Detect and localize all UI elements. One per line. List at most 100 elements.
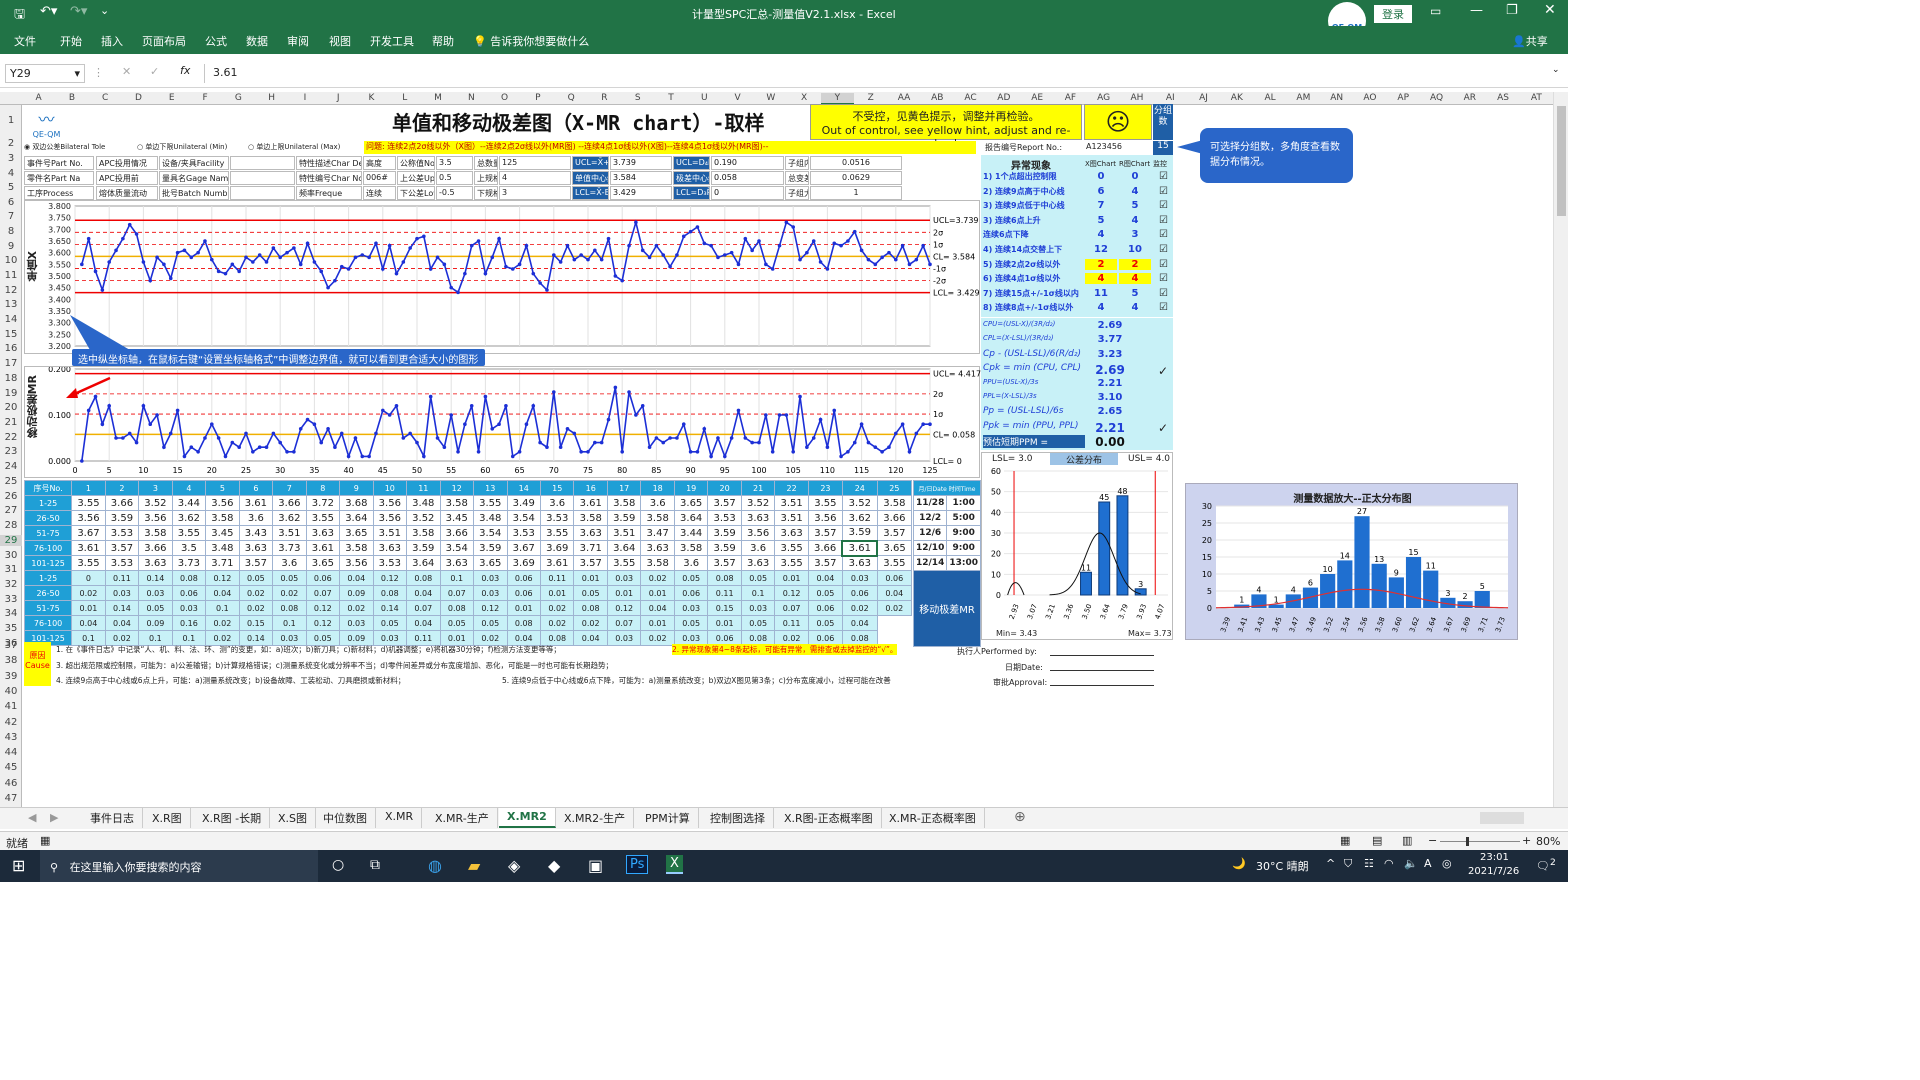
row-label[interactable]: 26-50 (23, 585, 73, 601)
data-cell[interactable]: 0.02 (205, 615, 240, 631)
data-cell[interactable]: 0.07 (606, 615, 642, 631)
data-cell[interactable]: 0.05 (807, 615, 843, 631)
edge-icon[interactable]: ◍ (428, 856, 442, 875)
data-cell[interactable]: 3.55 (305, 510, 341, 526)
data-cell[interactable]: 3.56 (71, 510, 106, 526)
data-cell[interactable]: 3.57 (807, 555, 843, 571)
row-header-34[interactable]: 34 (0, 608, 22, 619)
data-cell[interactable]: 0.08 (372, 585, 408, 601)
data-cell[interactable]: 13 (473, 480, 508, 496)
radio-min[interactable]: ○ 单边下限Unilateral (Min) (137, 142, 227, 152)
monitor-checkbox-1[interactable]: ☑ (1159, 186, 1168, 197)
weather-text[interactable]: 30°C 晴朗 (1256, 858, 1309, 874)
row-header-39[interactable]: 39 (0, 671, 22, 682)
data-cell[interactable]: 3.6 (272, 555, 307, 571)
data-cell[interactable]: 3.55 (473, 495, 508, 511)
data-cell[interactable]: 0.04 (406, 585, 441, 601)
data-cell[interactable]: 3.6 (640, 495, 675, 511)
data-cell[interactable]: 18 (640, 480, 675, 496)
tray-up-icon[interactable]: ^ (1326, 857, 1335, 870)
tab-next-icon[interactable]: ▶ (50, 811, 58, 824)
monitor-checkbox-7[interactable]: ☑ (1159, 273, 1168, 284)
row-header-19[interactable]: 19 (0, 388, 22, 399)
minimize-icon[interactable]: — (1470, 3, 1483, 18)
windows-start-icon[interactable]: ⊞ (12, 856, 25, 875)
data-cell[interactable]: 0.03 (473, 585, 508, 601)
sheet-tab-3[interactable]: X.S图 (270, 808, 317, 828)
data-cell[interactable]: 0.04 (71, 615, 106, 631)
data-cell[interactable]: 3.57 (104, 540, 140, 556)
data-cell[interactable]: 0.08 (707, 570, 742, 586)
data-cell[interactable]: 0.04 (876, 585, 913, 601)
data-cell[interactable]: 3.48 (205, 540, 240, 556)
data-cell[interactable]: 3.63 (740, 555, 776, 571)
row-label[interactable]: 76-100 (23, 615, 73, 631)
column-header-I[interactable]: I (288, 93, 321, 103)
data-cell[interactable]: 3.48 (406, 495, 441, 511)
data-cell[interactable]: 0.11 (774, 615, 809, 631)
data-cell[interactable]: 3.65 (673, 495, 709, 511)
row-header-22[interactable]: 22 (0, 432, 22, 443)
data-cell[interactable]: 3.69 (506, 555, 541, 571)
data-cell[interactable]: 0.03 (171, 600, 207, 616)
data-cell[interactable]: 0.1 (740, 585, 776, 601)
column-header-AG[interactable]: AG (1087, 93, 1120, 103)
shield-icon[interactable]: ⛉ (1344, 857, 1352, 871)
data-cell[interactable]: 0.05 (740, 570, 776, 586)
row-header-38[interactable]: 38 (0, 655, 22, 666)
row-header-32[interactable]: 32 (0, 579, 22, 590)
data-cell[interactable]: 0.06 (841, 585, 878, 601)
row-header-13[interactable]: 13 (0, 299, 22, 310)
data-cell[interactable]: 3.58 (573, 510, 608, 526)
data-cell[interactable]: 0.06 (171, 585, 207, 601)
data-cell[interactable]: 0.04 (640, 600, 675, 616)
data-cell[interactable]: 3.61 (238, 495, 274, 511)
column-header-C[interactable]: C (89, 93, 122, 103)
row-label[interactable]: 1-25 (23, 495, 73, 511)
data-cell[interactable]: 3.61 (841, 539, 879, 557)
data-cell[interactable]: 0.12 (606, 600, 642, 616)
column-header-V[interactable]: V (721, 93, 754, 103)
data-cell[interactable]: 0.05 (740, 615, 776, 631)
data-cell[interactable]: 0.05 (807, 585, 843, 601)
data-cell[interactable]: 3.55 (71, 495, 106, 511)
horizontal-scrollbar[interactable] (1480, 812, 1524, 824)
sheet-tab-5[interactable]: X.MR (377, 808, 423, 828)
data-cell[interactable]: 0.03 (138, 585, 173, 601)
data-cell[interactable]: 3.58 (439, 495, 475, 511)
column-header-G[interactable]: G (222, 93, 255, 103)
data-cell[interactable]: 0.06 (506, 570, 541, 586)
data-cell[interactable]: 15 (539, 480, 575, 496)
data-cell[interactable]: 0.05 (473, 615, 508, 631)
data-cell[interactable]: 0.11 (707, 585, 742, 601)
cancel-icon[interactable]: ✕ (122, 65, 131, 78)
data-cell[interactable]: 9 (339, 480, 374, 496)
data-cell[interactable]: 3.66 (104, 495, 140, 511)
row-header-29[interactable]: 29 (0, 535, 22, 546)
data-cell[interactable]: 0.07 (406, 600, 441, 616)
column-header-AB[interactable]: AB (921, 93, 954, 103)
taskbar-search[interactable]: ⚲ 在这里输入你要搜索的内容 (40, 850, 318, 882)
data-cell[interactable]: 3.58 (606, 495, 642, 511)
data-cell[interactable]: 3.73 (272, 540, 307, 556)
row-header-2[interactable]: 2 (0, 138, 22, 149)
data-cell[interactable]: 3.58 (673, 540, 709, 556)
row-header-6[interactable]: 6 (0, 197, 22, 208)
share-button[interactable]: 👤共享 (1512, 33, 1548, 49)
task-view-icon[interactable]: ⧉ (370, 857, 380, 873)
data-cell[interactable]: 3.43 (238, 525, 274, 541)
network-icon[interactable]: ☷ (1364, 857, 1374, 870)
data-cell[interactable]: 3.49 (506, 495, 541, 511)
row-header-7[interactable]: 7 (0, 211, 22, 222)
data-cell[interactable]: 0.05 (673, 570, 709, 586)
sheet-tab-8[interactable]: X.MR2-生产 (556, 808, 635, 828)
data-cell[interactable]: 3.54 (473, 525, 508, 541)
data-cell[interactable]: 3.55 (171, 525, 207, 541)
row-label[interactable]: 1-25 (23, 570, 73, 586)
row-header-24[interactable]: 24 (0, 461, 22, 472)
column-header-AQ[interactable]: AQ (1420, 93, 1453, 103)
data-cell[interactable]: 0.03 (673, 600, 709, 616)
monitor-checkbox-9[interactable]: ☑ (1159, 302, 1168, 313)
data-cell[interactable]: 10 (372, 480, 408, 496)
data-cell[interactable]: 3.57 (573, 555, 608, 571)
